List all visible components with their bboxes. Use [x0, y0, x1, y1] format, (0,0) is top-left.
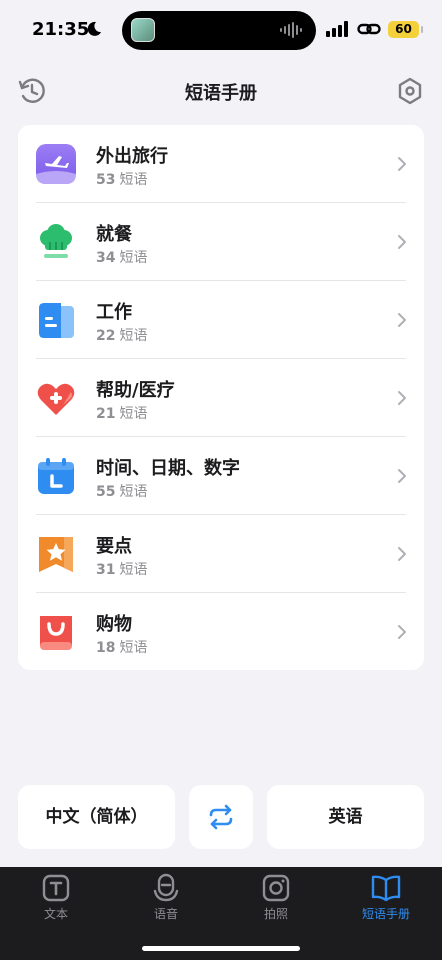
home-indicator[interactable]: [142, 946, 300, 951]
chevron-right-icon: [398, 157, 406, 171]
header: 短语手册: [0, 70, 442, 110]
chevron-right-icon: [398, 313, 406, 327]
calendar-icon: [38, 458, 74, 494]
category-count: 21 短语: [96, 406, 148, 422]
camera-icon: [262, 874, 290, 902]
category-count: 18 短语: [96, 640, 148, 656]
link-icon: [357, 23, 381, 35]
battery-indicator: 60: [388, 21, 423, 38]
tab-label: 拍照: [263, 907, 288, 921]
document-icon: [39, 303, 74, 338]
chevron-right-icon: [398, 391, 406, 405]
tab-label: 语音: [153, 907, 178, 921]
category-item-shopping[interactable]: 购物 18 短语: [18, 593, 424, 671]
shopping-bag-icon: [40, 616, 72, 650]
chevron-right-icon: [398, 625, 406, 639]
tab-camera[interactable]: 拍照: [236, 873, 316, 923]
page-title: 短语手册: [185, 83, 257, 104]
star-bookmark-icon: [39, 537, 73, 572]
swap-languages-button[interactable]: [189, 785, 253, 849]
category-count: 22 短语: [96, 328, 148, 344]
tab-label: 短语手册: [361, 907, 410, 921]
status-time: 21:35: [32, 19, 90, 40]
tab-phrasebook[interactable]: 短语手册: [346, 873, 426, 923]
category-item-travel[interactable]: 外出旅行 53 短语: [18, 125, 424, 203]
dynamic-island[interactable]: [122, 11, 316, 50]
moon-icon: [87, 21, 101, 36]
source-language-button[interactable]: 中文（简体）: [18, 785, 175, 849]
category-item-medical[interactable]: 帮助/医疗 21 短语: [18, 359, 424, 437]
category-item-work[interactable]: 工作 22 短语: [18, 281, 424, 359]
tab-voice[interactable]: 语音: [126, 873, 206, 923]
chef-hat-icon: [40, 224, 72, 258]
now-playing-thumbnail: [131, 18, 155, 42]
status-bar: 21:35 60: [0, 0, 442, 60]
category-name: 外出旅行: [96, 146, 168, 167]
audio-wave-icon: [280, 22, 302, 38]
category-name: 购物: [96, 614, 132, 635]
settings-hexagon-icon[interactable]: [395, 76, 425, 106]
category-count: 34 短语: [96, 250, 148, 266]
category-name: 帮助/医疗: [96, 380, 175, 401]
target-language-button[interactable]: 英语: [267, 785, 424, 849]
tab-text[interactable]: 文本: [16, 873, 96, 923]
category-list: 外出旅行 53 短语 就餐 34 短语 工作 22 短语 帮助/医疗 21 短语…: [18, 125, 424, 670]
signal-icon: [326, 21, 348, 37]
chevron-right-icon: [398, 469, 406, 483]
swap-arrows-icon: [209, 804, 233, 830]
text-icon: [42, 874, 70, 902]
category-name: 工作: [96, 302, 132, 323]
category-name: 就餐: [96, 224, 132, 245]
category-item-dining[interactable]: 就餐 34 短语: [18, 203, 424, 281]
heart-plus-icon: [37, 383, 75, 415]
category-item-key-points[interactable]: 要点 31 短语: [18, 515, 424, 593]
category-count: 53 短语: [96, 172, 148, 188]
category-count: 55 短语: [96, 484, 148, 500]
category-name: 时间、日期、数字: [96, 458, 240, 479]
category-count: 31 短语: [96, 562, 148, 578]
category-name: 要点: [96, 536, 132, 557]
airplane-icon: [36, 144, 76, 184]
chevron-right-icon: [398, 235, 406, 249]
chevron-right-icon: [398, 547, 406, 561]
tab-bar: 文本 语音 拍照 短语手册: [0, 867, 442, 960]
book-icon: [371, 875, 401, 902]
category-item-time-date[interactable]: 时间、日期、数字 55 短语: [18, 437, 424, 515]
microphone-icon: [153, 873, 179, 902]
tab-label: 文本: [43, 907, 68, 921]
